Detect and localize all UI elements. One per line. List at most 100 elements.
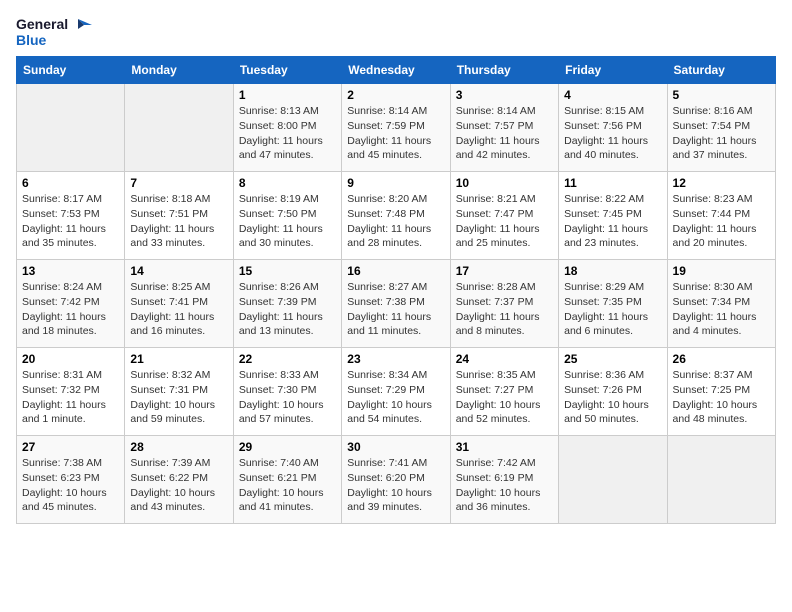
day-info: Sunrise: 8:17 AM Sunset: 7:53 PM Dayligh… [22,192,119,251]
sunset-label: Sunset: 7:42 PM [22,296,100,308]
day-number: 18 [564,264,661,278]
sunset-label: Sunset: 7:31 PM [130,384,208,396]
day-number: 11 [564,176,661,190]
daylight-label: Daylight: 11 hours and 28 minutes. [347,223,431,250]
calendar-cell: 24 Sunrise: 8:35 AM Sunset: 7:27 PM Dayl… [450,348,558,436]
day-info: Sunrise: 7:42 AM Sunset: 6:19 PM Dayligh… [456,456,553,515]
daylight-label: Daylight: 11 hours and 11 minutes. [347,311,431,338]
daylight-label: Daylight: 10 hours and 36 minutes. [456,487,541,514]
daylight-label: Daylight: 11 hours and 37 minutes. [673,135,757,162]
daylight-label: Daylight: 11 hours and 40 minutes. [564,135,648,162]
sunset-label: Sunset: 7:30 PM [239,384,317,396]
day-number: 16 [347,264,444,278]
sunrise-label: Sunrise: 8:20 AM [347,193,427,205]
sunrise-label: Sunrise: 8:33 AM [239,369,319,381]
sunrise-label: Sunrise: 8:21 AM [456,193,536,205]
day-number: 13 [22,264,119,278]
sunset-label: Sunset: 7:34 PM [673,296,751,308]
day-number: 1 [239,88,336,102]
daylight-label: Daylight: 11 hours and 1 minute. [22,399,106,426]
day-info: Sunrise: 8:28 AM Sunset: 7:37 PM Dayligh… [456,280,553,339]
day-info: Sunrise: 8:24 AM Sunset: 7:42 PM Dayligh… [22,280,119,339]
day-number: 6 [22,176,119,190]
day-info: Sunrise: 8:29 AM Sunset: 7:35 PM Dayligh… [564,280,661,339]
day-info: Sunrise: 8:36 AM Sunset: 7:26 PM Dayligh… [564,368,661,427]
sunset-label: Sunset: 7:32 PM [22,384,100,396]
sunrise-label: Sunrise: 8:17 AM [22,193,102,205]
sunrise-label: Sunrise: 8:31 AM [22,369,102,381]
sunrise-label: Sunrise: 8:19 AM [239,193,319,205]
day-number: 30 [347,440,444,454]
calendar-cell: 25 Sunrise: 8:36 AM Sunset: 7:26 PM Dayl… [559,348,667,436]
day-info: Sunrise: 8:31 AM Sunset: 7:32 PM Dayligh… [22,368,119,427]
logo: General Blue [16,16,92,48]
sunset-label: Sunset: 7:53 PM [22,208,100,220]
sunrise-label: Sunrise: 8:30 AM [673,281,753,293]
weekday-header-thursday: Thursday [450,57,558,84]
day-info: Sunrise: 8:15 AM Sunset: 7:56 PM Dayligh… [564,104,661,163]
sunrise-label: Sunrise: 8:25 AM [130,281,210,293]
sunset-label: Sunset: 7:26 PM [564,384,642,396]
calendar-cell: 26 Sunrise: 8:37 AM Sunset: 7:25 PM Dayl… [667,348,775,436]
sunrise-label: Sunrise: 8:22 AM [564,193,644,205]
sunset-label: Sunset: 7:37 PM [456,296,534,308]
sunrise-label: Sunrise: 8:29 AM [564,281,644,293]
logo-blue: Blue [16,32,68,48]
calendar-week-row: 27 Sunrise: 7:38 AM Sunset: 6:23 PM Dayl… [17,436,776,524]
daylight-label: Daylight: 10 hours and 45 minutes. [22,487,107,514]
day-info: Sunrise: 8:34 AM Sunset: 7:29 PM Dayligh… [347,368,444,427]
day-number: 29 [239,440,336,454]
day-number: 14 [130,264,227,278]
calendar-cell: 27 Sunrise: 7:38 AM Sunset: 6:23 PM Dayl… [17,436,125,524]
calendar-cell [559,436,667,524]
weekday-header-saturday: Saturday [667,57,775,84]
sunrise-label: Sunrise: 8:26 AM [239,281,319,293]
daylight-label: Daylight: 11 hours and 13 minutes. [239,311,323,338]
daylight-label: Daylight: 11 hours and 30 minutes. [239,223,323,250]
sunset-label: Sunset: 7:44 PM [673,208,751,220]
calendar-cell: 5 Sunrise: 8:16 AM Sunset: 7:54 PM Dayli… [667,84,775,172]
day-info: Sunrise: 8:25 AM Sunset: 7:41 PM Dayligh… [130,280,227,339]
day-number: 10 [456,176,553,190]
calendar-cell: 2 Sunrise: 8:14 AM Sunset: 7:59 PM Dayli… [342,84,450,172]
sunset-label: Sunset: 6:22 PM [130,472,208,484]
daylight-label: Daylight: 11 hours and 20 minutes. [673,223,757,250]
sunrise-label: Sunrise: 8:24 AM [22,281,102,293]
sunset-label: Sunset: 8:00 PM [239,120,317,132]
day-info: Sunrise: 8:16 AM Sunset: 7:54 PM Dayligh… [673,104,770,163]
daylight-label: Daylight: 11 hours and 47 minutes. [239,135,323,162]
day-number: 12 [673,176,770,190]
calendar-cell: 19 Sunrise: 8:30 AM Sunset: 7:34 PM Dayl… [667,260,775,348]
weekday-header-friday: Friday [559,57,667,84]
daylight-label: Daylight: 11 hours and 35 minutes. [22,223,106,250]
daylight-label: Daylight: 11 hours and 25 minutes. [456,223,540,250]
day-info: Sunrise: 8:14 AM Sunset: 7:59 PM Dayligh… [347,104,444,163]
weekday-header-sunday: Sunday [17,57,125,84]
logo-general: General [16,16,68,32]
day-info: Sunrise: 8:33 AM Sunset: 7:30 PM Dayligh… [239,368,336,427]
calendar-week-row: 13 Sunrise: 8:24 AM Sunset: 7:42 PM Dayl… [17,260,776,348]
sunrise-label: Sunrise: 7:38 AM [22,457,102,469]
calendar-cell: 29 Sunrise: 7:40 AM Sunset: 6:21 PM Dayl… [233,436,341,524]
day-info: Sunrise: 8:26 AM Sunset: 7:39 PM Dayligh… [239,280,336,339]
day-info: Sunrise: 8:30 AM Sunset: 7:34 PM Dayligh… [673,280,770,339]
day-number: 8 [239,176,336,190]
logo-bird-icon [70,17,92,39]
calendar-cell: 1 Sunrise: 8:13 AM Sunset: 8:00 PM Dayli… [233,84,341,172]
sunset-label: Sunset: 7:38 PM [347,296,425,308]
day-number: 22 [239,352,336,366]
calendar-cell: 20 Sunrise: 8:31 AM Sunset: 7:32 PM Dayl… [17,348,125,436]
daylight-label: Daylight: 11 hours and 42 minutes. [456,135,540,162]
day-number: 9 [347,176,444,190]
daylight-label: Daylight: 10 hours and 52 minutes. [456,399,541,426]
day-info: Sunrise: 7:41 AM Sunset: 6:20 PM Dayligh… [347,456,444,515]
sunset-label: Sunset: 7:57 PM [456,120,534,132]
calendar-cell [667,436,775,524]
calendar-cell: 16 Sunrise: 8:27 AM Sunset: 7:38 PM Dayl… [342,260,450,348]
calendar-week-row: 1 Sunrise: 8:13 AM Sunset: 8:00 PM Dayli… [17,84,776,172]
calendar-cell: 21 Sunrise: 8:32 AM Sunset: 7:31 PM Dayl… [125,348,233,436]
sunrise-label: Sunrise: 8:18 AM [130,193,210,205]
sunrise-label: Sunrise: 7:41 AM [347,457,427,469]
calendar-cell [125,84,233,172]
day-number: 27 [22,440,119,454]
